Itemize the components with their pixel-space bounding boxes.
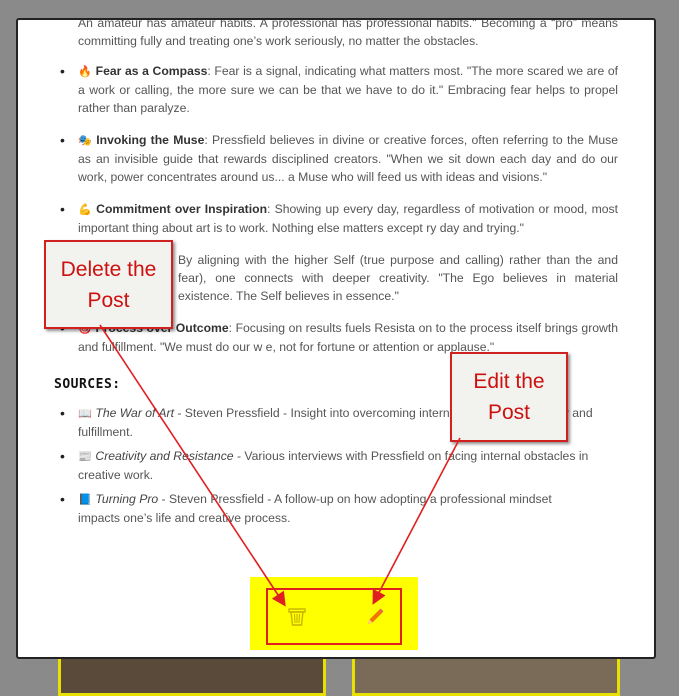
- edit-post-callout: Edit the Post: [450, 352, 568, 442]
- principle-text: By aligning with the higher Self (true p…: [178, 253, 618, 303]
- source-title: Turning Pro: [95, 492, 159, 506]
- edit-post-button[interactable]: [364, 606, 386, 628]
- fire-icon: 🔥: [78, 66, 92, 78]
- masks-icon: 🎭: [78, 135, 92, 147]
- intro-paragraph: An amateur has amateur habits. A profess…: [78, 18, 618, 48]
- book-icon: 📖: [78, 408, 92, 420]
- principle-title: Commitment over Inspiration: [96, 202, 268, 216]
- pencil-icon: [368, 608, 384, 624]
- trash-icon: [288, 608, 306, 626]
- blue-book-icon: 📘: [78, 494, 92, 506]
- delete-post-callout: Delete the Post: [44, 240, 173, 329]
- source-title: The War of Art: [95, 406, 174, 420]
- principle-title: Invoking the Muse: [96, 133, 205, 147]
- post-modal: An amateur has amateur habits. A profess…: [16, 18, 656, 659]
- flexed-biceps-icon: 💪: [78, 204, 92, 216]
- principle-title: Fear as a Compass: [95, 64, 208, 78]
- list-item: 💪 Commitment over Inspiration: Showing u…: [60, 200, 618, 237]
- list-item: 🔥 Fear as a Compass: Fear is a signal, i…: [60, 62, 618, 117]
- source-item: 📰 Creativity and Resistance - Various in…: [60, 447, 594, 484]
- source-title: Creativity and Resistance: [95, 449, 234, 463]
- delete-post-button[interactable]: [286, 606, 308, 628]
- newspaper-icon: 📰: [78, 451, 92, 463]
- list-item: 🎭 Invoking the Muse: Pressfield believes…: [60, 131, 618, 186]
- source-item: 📘 Turning Pro - Steven Pressfield - A fo…: [60, 490, 594, 527]
